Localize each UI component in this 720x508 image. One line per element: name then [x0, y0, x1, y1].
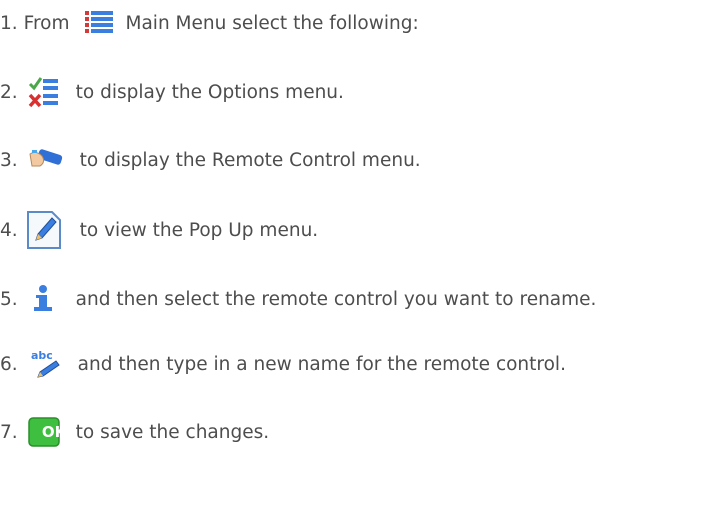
step-6: 6. abc and then type in a new name for t…: [0, 344, 566, 384]
step-prefix: From: [23, 12, 70, 34]
step-text: Main Menu select the following:: [125, 12, 419, 34]
step-number: 7.: [0, 421, 18, 443]
edit-pencil-icon: [24, 208, 64, 252]
main-menu-icon: [84, 10, 114, 36]
step-4: 4. to view the Pop Up menu.: [0, 204, 318, 256]
rename-abc-icon: abc: [28, 347, 62, 381]
step-number: 2.: [0, 81, 18, 103]
step-number: 6.: [0, 353, 18, 375]
step-1: 1. From Main Menu select the following:: [0, 3, 419, 43]
step-text: to display the Options menu.: [75, 81, 344, 103]
remote-control-icon: [28, 146, 64, 174]
step-number: 3.: [0, 149, 18, 171]
step-text: to display the Remote Control menu.: [79, 149, 421, 171]
step-text: and then type in a new name for the remo…: [77, 353, 566, 375]
step-number: 5.: [0, 288, 18, 310]
step-3: 3. to display the Remote Control menu.: [0, 140, 421, 180]
step-text: and then select the remote control you w…: [75, 288, 597, 310]
svg-text:abc: abc: [31, 349, 53, 362]
options-icon: [28, 75, 60, 109]
info-icon: [32, 284, 54, 314]
step-number: 4.: [0, 219, 18, 241]
step-number: 1.: [0, 12, 18, 34]
step-text: to view the Pop Up menu.: [79, 219, 319, 241]
step-text: to save the changes.: [75, 421, 270, 443]
step-5: 5. and then select the remote control yo…: [0, 279, 596, 319]
ok-icon-label: OK: [41, 423, 67, 441]
step-2: 2. to display the Options menu.: [0, 72, 344, 112]
